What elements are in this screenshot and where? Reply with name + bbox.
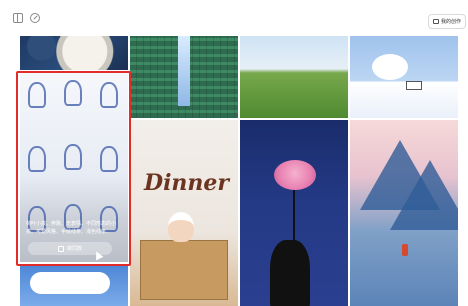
snowy-tree [372,54,408,80]
flower-hand-night-tile[interactable] [240,120,348,306]
peony-tile[interactable] [20,36,128,70]
hover-highlight [16,71,131,266]
circuit-waterfall-tile[interactable] [130,36,238,118]
top-bar: 我的创作 [0,0,468,36]
cloud-shape [30,272,110,294]
monk-figure [402,244,408,256]
waterfall-shape [178,36,190,106]
flower-shape [274,160,316,190]
clouds-tile[interactable] [20,264,128,306]
dinner-title: Dinner [144,170,230,196]
cardboard-box [140,240,228,300]
sidebar-toggle-icon[interactable] [13,13,23,23]
new-chat-icon[interactable] [30,13,40,23]
my-works-label: 我的创作 [440,19,461,25]
winter-house-tile[interactable] [350,36,458,118]
chef-figure [168,212,194,242]
dinner-chef-tile[interactable]: Dinner [130,120,238,306]
mountain-temple-tile[interactable] [350,120,458,306]
hand-silhouette [270,240,310,306]
mountain-peak [390,160,458,230]
app-window: 我的创作 Dinner 荷叶小孩、奔跑、无表情、不同形态的小孩、可爱风格、手绘线… [0,0,468,306]
grass-field-tile[interactable] [240,36,348,118]
my-works-button[interactable]: 我的创作 [428,14,466,29]
house-shape [406,81,422,90]
folder-icon [432,19,439,24]
